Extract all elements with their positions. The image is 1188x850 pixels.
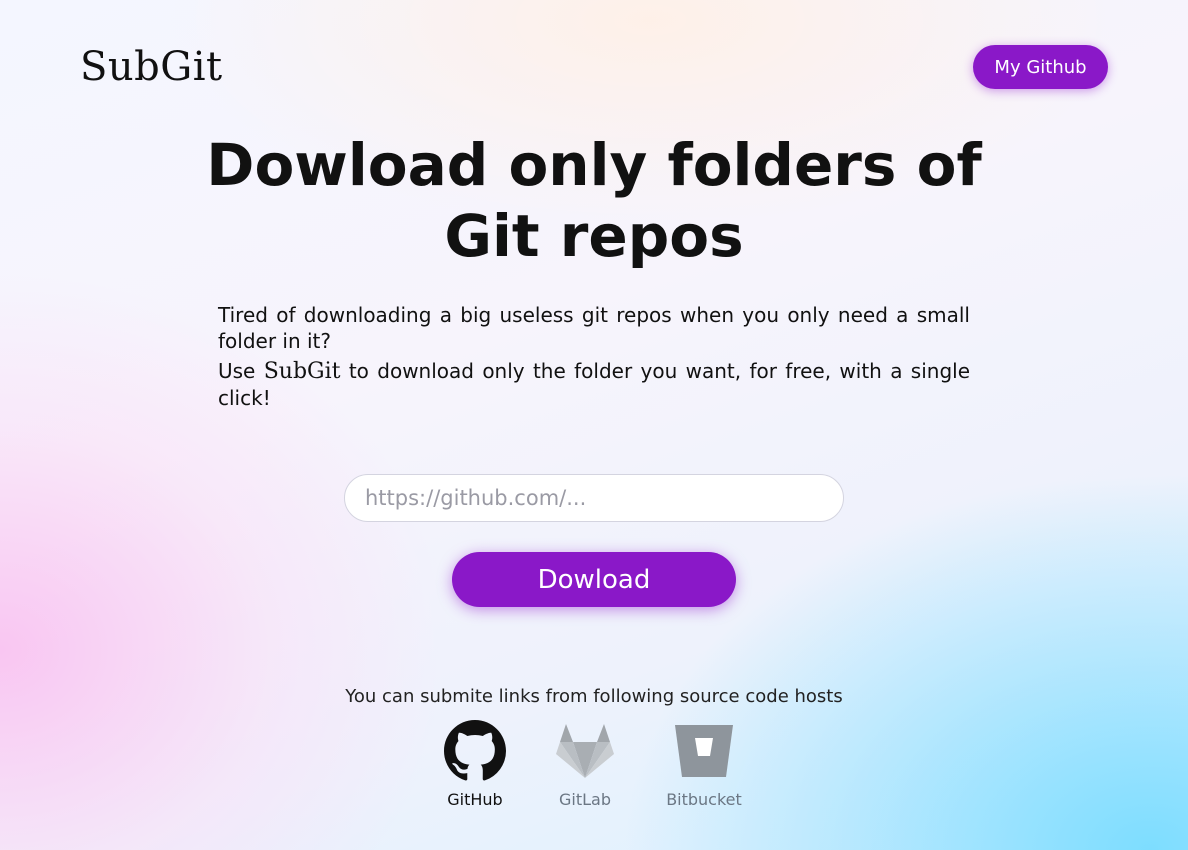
intro-line-2: Use SubGit to download only the folder y…	[218, 358, 970, 411]
gitlab-icon	[556, 724, 614, 778]
my-github-button[interactable]: My Github	[973, 45, 1108, 89]
hosts-caption: You can submite links from following sou…	[345, 686, 843, 707]
intro-text: Tired of downloading a big useless git r…	[218, 302, 970, 415]
host-github-label: GitHub	[447, 790, 503, 809]
logo: SubGit	[80, 44, 223, 90]
host-gitlab[interactable]: GitLab	[540, 720, 630, 809]
host-github[interactable]: GitHub	[430, 720, 520, 809]
github-icon	[444, 720, 506, 781]
bitbucket-icon	[675, 725, 733, 777]
download-button[interactable]: Dowload	[452, 552, 736, 607]
host-bitbucket-label: Bitbucket	[666, 790, 742, 809]
host-gitlab-label: GitLab	[559, 790, 611, 809]
repo-url-input[interactable]	[344, 474, 844, 522]
intro-line-2-prefix: Use	[218, 359, 264, 383]
intro-line-1: Tired of downloading a big useless git r…	[218, 303, 970, 353]
page-title: Dowload only folders of Git repos	[206, 131, 982, 270]
intro-brand-name: SubGit	[263, 359, 341, 384]
host-bitbucket[interactable]: Bitbucket	[654, 720, 754, 809]
